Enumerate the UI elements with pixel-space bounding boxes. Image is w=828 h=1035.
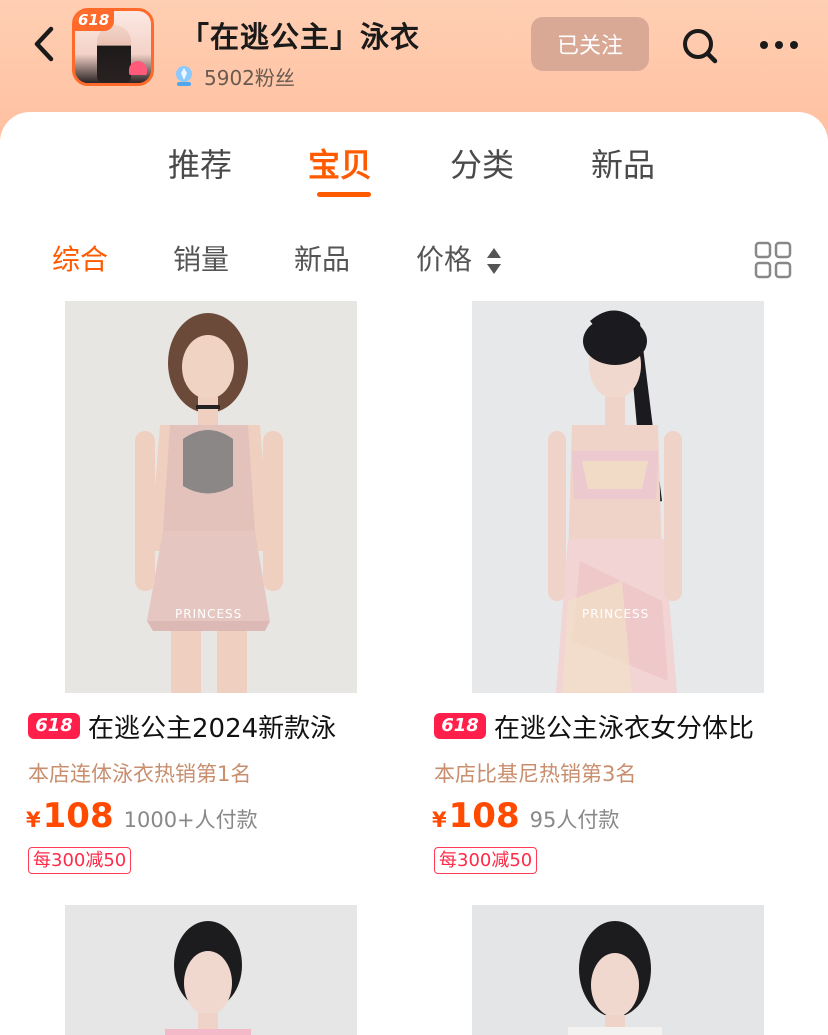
sold-count: 95人付款 (529, 808, 620, 832)
heart-icon (129, 61, 147, 75)
product-image[interactable]: PRINCESS (65, 301, 357, 693)
product-title: 在逃公主2024新款泳 (88, 713, 337, 744)
product-image[interactable] (65, 905, 357, 1035)
grid-view-icon[interactable] (754, 241, 792, 279)
price-row: ¥ 108 95人付款 (432, 796, 619, 840)
tab-category[interactable]: 分类 (450, 142, 514, 188)
price-value: 108 (448, 796, 520, 836)
tab-new[interactable]: 新品 (591, 142, 655, 188)
avatar-618-badge: 618 (75, 11, 115, 31)
fans-count: 5902粉丝 (204, 65, 295, 90)
avatar-figure (97, 25, 131, 83)
618-tag: 618 (434, 713, 486, 739)
product-photo (472, 301, 764, 693)
store-name[interactable]: 「在逃公主」泳衣 (180, 14, 420, 56)
product-image[interactable]: PRINCESS (472, 301, 764, 693)
tab-items[interactable]: 宝贝 (308, 142, 372, 188)
618-tag: 618 (28, 713, 80, 739)
price-currency: ¥ (432, 808, 447, 832)
product-photo (65, 905, 357, 1035)
price-row: ¥ 108 1000+人付款 (26, 796, 258, 840)
rank-text: 本店连体泳衣热销第1名 (28, 762, 252, 786)
search-icon (683, 29, 718, 64)
product-photo (472, 905, 764, 1035)
product-title-row[interactable]: 618 在逃公主2024新款泳 (28, 706, 408, 746)
promo-badge: 每300减50 (28, 847, 132, 874)
image-watermark: PRINCESS (175, 607, 243, 621)
follow-button[interactable]: 已关注 (531, 17, 649, 71)
store-avatar[interactable]: 618 (72, 8, 154, 86)
promo-badge: 每300减50 (434, 847, 538, 874)
back-icon (34, 26, 54, 62)
more-button[interactable] (756, 32, 802, 58)
search-button[interactable] (680, 26, 720, 66)
product-image[interactable] (472, 905, 764, 1035)
sort-arrows-icon[interactable] (485, 246, 503, 276)
sold-count: 1000+人付款 (123, 808, 258, 832)
back-button[interactable] (26, 22, 62, 66)
tab-recommend[interactable]: 推荐 (168, 142, 232, 188)
sort-price[interactable]: 价格 (416, 240, 472, 280)
sort-sales[interactable]: 销量 (173, 240, 229, 280)
price-currency: ¥ (26, 808, 41, 832)
price-value: 108 (42, 796, 114, 836)
rank-text: 本店比基尼热销第3名 (434, 762, 637, 786)
sort-overall[interactable]: 综合 (52, 240, 108, 280)
sort-new[interactable]: 新品 (294, 240, 350, 280)
more-icon (760, 41, 798, 49)
product-title-row[interactable]: 618 在逃公主泳衣女分体比 (434, 706, 826, 746)
image-watermark: PRINCESS (582, 607, 650, 621)
product-photo (65, 301, 357, 693)
active-tab-underline (317, 192, 371, 197)
product-title: 在逃公主泳衣女分体比 (494, 713, 755, 744)
fans-row: 5902粉丝 (172, 62, 295, 90)
fans-level-icon (176, 66, 192, 86)
